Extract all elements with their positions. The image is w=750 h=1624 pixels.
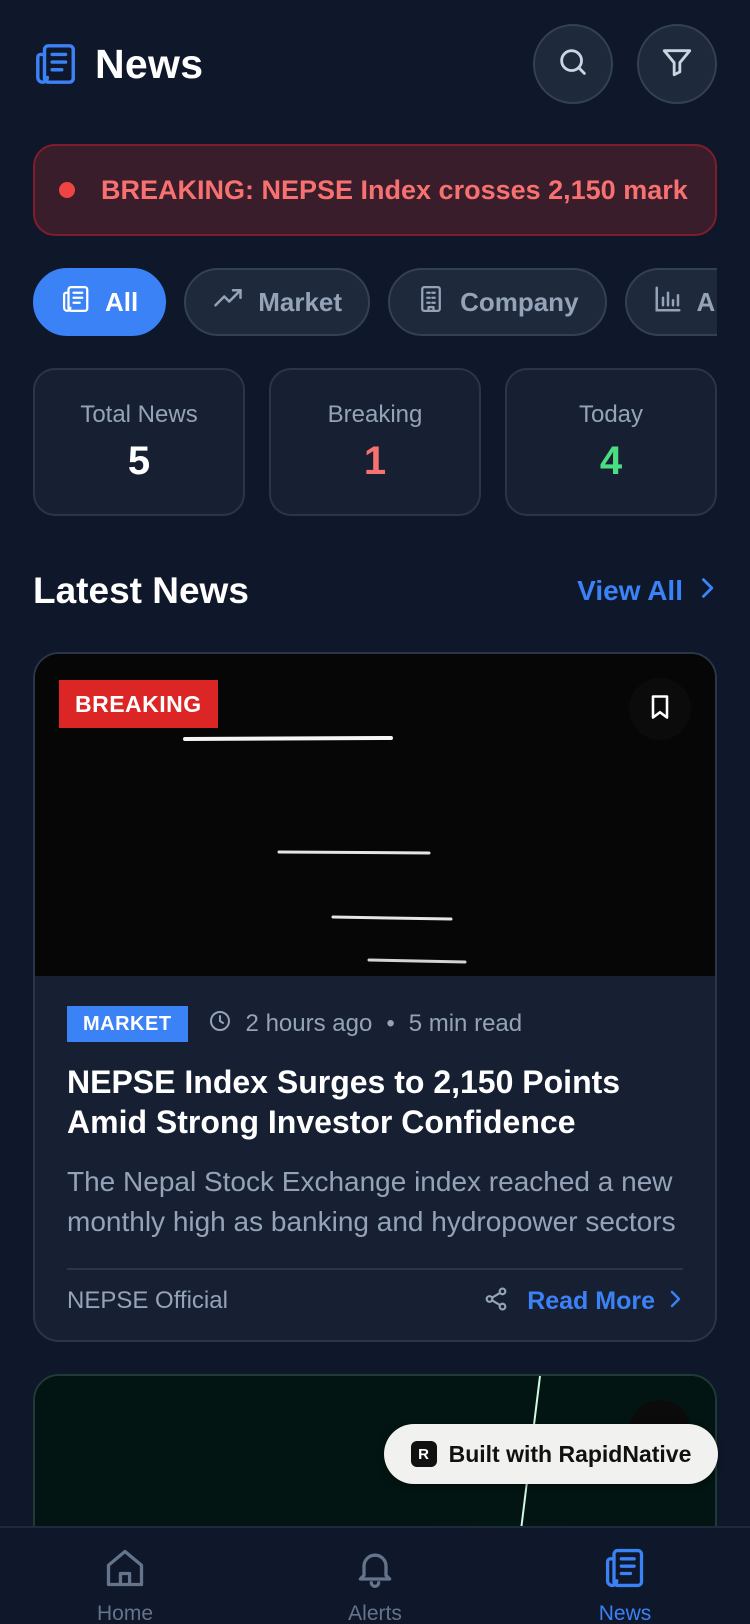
- building-icon: [416, 284, 446, 321]
- view-all-label: View All: [577, 575, 683, 606]
- share-icon[interactable]: [483, 1286, 509, 1317]
- chip-label: Market: [258, 286, 343, 317]
- news-source: NEPSE Official: [67, 1287, 228, 1314]
- nav-label: Alerts: [348, 1602, 402, 1624]
- trending-up-icon: [212, 284, 244, 321]
- filter-button[interactable]: [637, 24, 717, 104]
- nav-label: Home: [96, 1602, 154, 1624]
- home-icon: [103, 1546, 147, 1596]
- chip-analysis[interactable]: Analysis: [624, 268, 717, 336]
- time-ago: 2 hours ago: [245, 1010, 373, 1037]
- built-with-badge[interactable]: R Built with RapidNative: [384, 1424, 718, 1484]
- chip-market[interactable]: Market: [184, 268, 371, 336]
- stats-row: Total News 5 Breaking 1 Today 4: [33, 368, 717, 516]
- read-time: 5 min read: [408, 1010, 523, 1037]
- search-icon: [556, 45, 590, 84]
- chip-company[interactable]: Company: [388, 268, 607, 336]
- newspaper-icon: [33, 41, 79, 87]
- stat-value: 1: [363, 438, 387, 483]
- rapidnative-logo-icon: R: [410, 1441, 437, 1467]
- read-more-label: Read More: [527, 1286, 655, 1315]
- stat-value: 5: [127, 438, 151, 483]
- filter-icon: [660, 45, 694, 84]
- chevron-right-icon: [667, 1287, 683, 1316]
- brand: News: [33, 41, 203, 88]
- latest-news-header: Latest News View All: [33, 566, 717, 616]
- stat-label: Breaking: [327, 400, 423, 428]
- meta-separator: •: [386, 1010, 395, 1037]
- breaking-ticker[interactable]: BREAKING: NEPSE Index crosses 2,150 mark: [33, 144, 717, 236]
- stat-value: 4: [599, 438, 623, 483]
- category-chips: All Market Company Analysis: [33, 268, 717, 336]
- bookmark-icon: [646, 692, 674, 727]
- nav-news[interactable]: News: [500, 1528, 750, 1624]
- bottom-navigation: Home Alerts News: [0, 1526, 750, 1624]
- section-title: Latest News: [33, 570, 249, 611]
- bell-icon: [353, 1546, 397, 1596]
- news-meta: MARKET 2 hours ago • 5 min read: [67, 1006, 683, 1042]
- newspaper-icon: [61, 284, 91, 321]
- search-button[interactable]: [533, 24, 613, 104]
- stat-today: Today 4: [505, 368, 717, 516]
- category-tag: MARKET: [67, 1006, 188, 1042]
- clock-icon: [208, 1009, 232, 1040]
- chevron-right-icon: [697, 575, 717, 607]
- nav-alerts[interactable]: Alerts: [250, 1528, 500, 1624]
- breaking-badge: BREAKING: [59, 680, 218, 728]
- chip-label: Analysis: [696, 286, 717, 317]
- news-card-body: MARKET 2 hours ago • 5 min read NEPSE In…: [35, 976, 715, 1332]
- chip-label: Company: [460, 286, 579, 317]
- nav-label: News: [598, 1602, 652, 1624]
- newspaper-icon: [603, 1546, 647, 1596]
- ticker-text: BREAKING: NEPSE Index crosses 2,150 mark: [101, 174, 688, 205]
- news-image: BREAKING: [35, 654, 715, 976]
- card-actions: Read More: [483, 1286, 683, 1317]
- stat-breaking: Breaking 1: [269, 368, 481, 516]
- stat-label: Total News: [80, 400, 198, 428]
- view-all-link[interactable]: View All: [577, 575, 717, 607]
- news-screen: News BREAKING: NEPSE Index crosses 2,150…: [0, 0, 750, 1624]
- live-dot: [59, 182, 75, 198]
- stat-total-news: Total News 5: [33, 368, 245, 516]
- news-title: NEPSE Index Surges to 2,150 Points Amid …: [67, 1064, 621, 1140]
- read-more-link[interactable]: Read More: [527, 1287, 683, 1316]
- news-card-footer: NEPSE Official Read More: [67, 1268, 683, 1332]
- news-card[interactable]: BREAKING MARKET 2 hours ago • 5 min read…: [33, 652, 717, 1342]
- bar-chart-icon: [653, 284, 683, 321]
- bookmark-button[interactable]: [629, 678, 691, 740]
- header-actions: [533, 24, 717, 104]
- nav-home[interactable]: Home: [0, 1528, 250, 1624]
- chip-label: All: [105, 286, 139, 317]
- page-title: News: [95, 40, 204, 87]
- built-with-label: Built with RapidNative: [448, 1440, 692, 1467]
- chip-all[interactable]: All: [33, 268, 167, 336]
- header: News: [33, 24, 717, 104]
- news-excerpt: The Nepal Stock Exchange index reached a…: [67, 1166, 676, 1237]
- stat-label: Today: [578, 400, 644, 428]
